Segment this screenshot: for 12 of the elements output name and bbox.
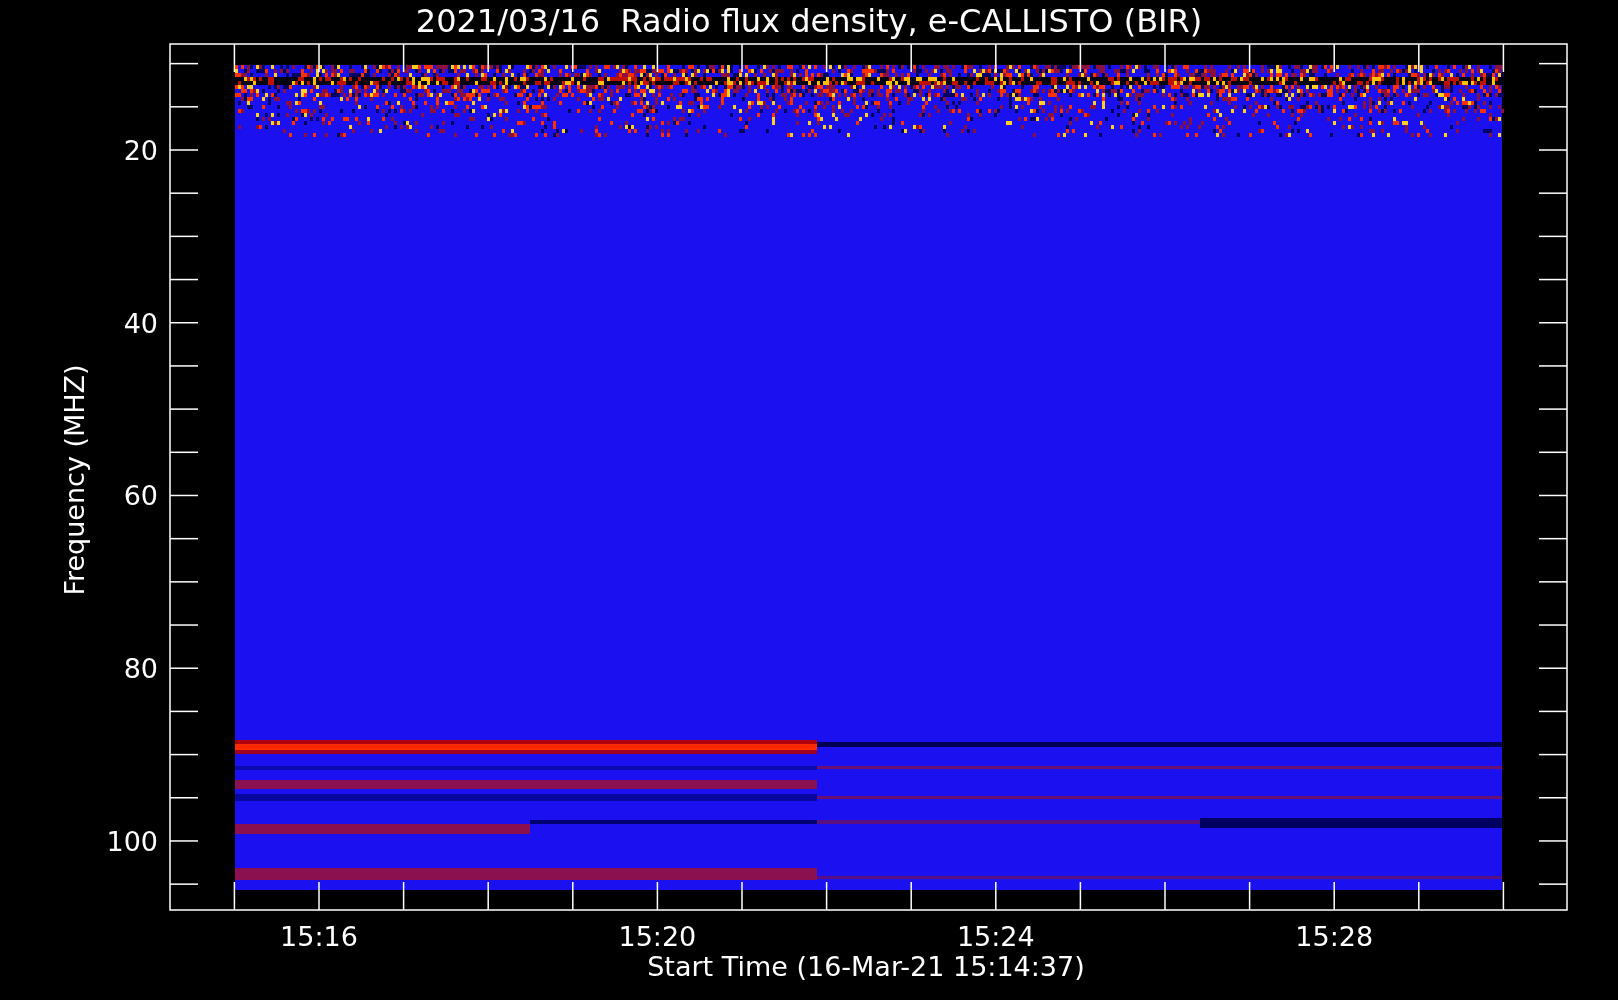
x-tick-label: 15:24 [956, 921, 1035, 952]
x-axis-label: Start Time (16-Mar-21 15:14:37) [647, 951, 1085, 982]
x-tick-label: 15:16 [280, 921, 358, 952]
y-axis-label: Frequency (MHZ) [59, 364, 90, 596]
y-tick-label: 20 [123, 135, 158, 166]
chart-title: 2021/03/16 Radio flux density, e-CALLISTO (BIR) [415, 2, 1203, 40]
x-tick-label: 15:28 [1295, 921, 1374, 952]
x-tick-label: 15:20 [618, 921, 697, 952]
y-tick-label: 100 [106, 825, 158, 857]
y-tick-label: 40 [123, 307, 158, 339]
y-tick-label: 60 [123, 480, 158, 512]
y-tick-label: 80 [123, 653, 158, 685]
